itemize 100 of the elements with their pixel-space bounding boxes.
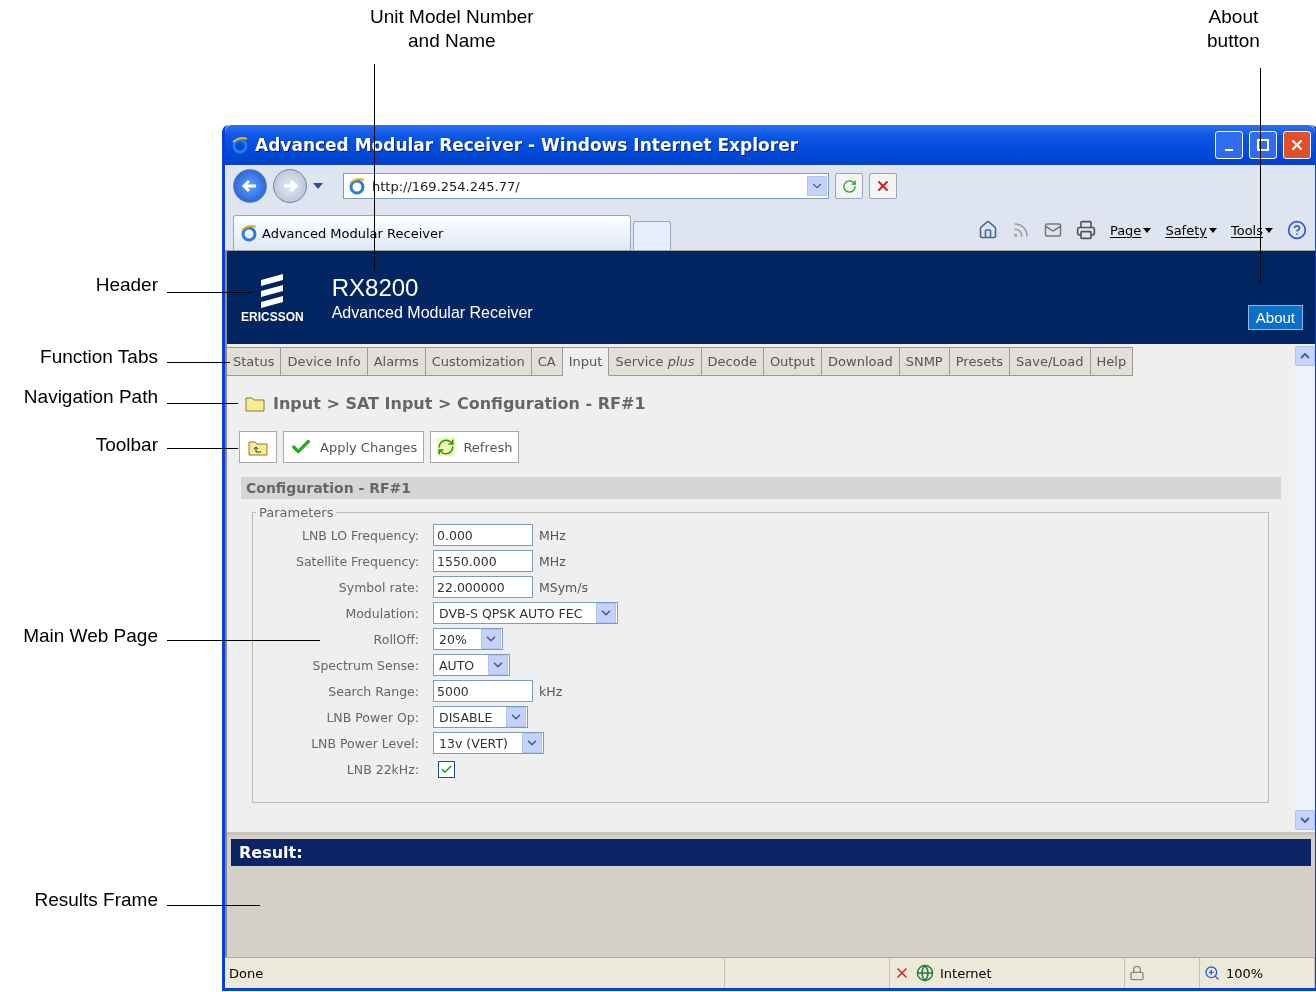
function-tab[interactable]: Help <box>1090 347 1134 376</box>
refresh-button[interactable] <box>835 173 863 199</box>
select-field[interactable]: AUTO <box>433 654 511 676</box>
folder-up-button[interactable] <box>239 431 277 463</box>
select-field[interactable]: 20% <box>433 628 503 650</box>
callout-label: Header <box>95 273 158 297</box>
minimize-button[interactable] <box>1215 131 1243 159</box>
caret-icon <box>1143 227 1152 233</box>
caret-icon <box>1208 227 1217 233</box>
function-tab[interactable]: Device Info <box>281 347 368 376</box>
zoom-level[interactable]: 100% <box>1226 965 1264 981</box>
leader-line <box>167 362 230 363</box>
browser-logo-icon <box>348 177 366 195</box>
status-text: Done <box>229 965 264 981</box>
new-tab-button[interactable] <box>633 221 671 250</box>
function-tab[interactable]: Alarms <box>367 347 426 376</box>
stop-button[interactable] <box>869 173 897 199</box>
section-title: Configuration - RF#1 <box>241 477 1281 499</box>
field-label: Modulation: <box>344 605 419 621</box>
command-menu[interactable]: Safety <box>1165 222 1217 238</box>
unit-model: RX8200 <box>331 273 420 302</box>
unit-name: Advanced Modular Receiver <box>331 303 534 322</box>
globe-icon <box>916 964 934 982</box>
field-label: Satellite Frequency: <box>294 553 419 569</box>
command-menu[interactable]: Page <box>1109 222 1152 238</box>
function-tab[interactable]: Status <box>227 347 282 376</box>
help-icon[interactable] <box>1287 220 1307 240</box>
callout-label: Results Frame <box>34 888 158 912</box>
feed-icon[interactable] <box>1011 221 1030 239</box>
group-legend: Parameters <box>256 505 337 520</box>
callout-label: About button <box>1207 5 1260 53</box>
select-field[interactable]: DVB-S QPSK AUTO FEC <box>433 602 619 624</box>
field-label: LNB Power Op: <box>325 709 419 725</box>
folder-up-icon <box>248 438 268 456</box>
unit-label: MHz <box>539 553 566 569</box>
callout-label: Toolbar <box>95 433 158 457</box>
field-label: Spectrum Sense: <box>311 657 419 673</box>
toolbar-button[interactable]: Apply Changes <box>283 431 425 463</box>
dropdown-button[interactable] <box>807 176 827 196</box>
unit-label: kHz <box>539 683 563 699</box>
function-tab[interactable]: CA <box>531 347 563 376</box>
home-icon[interactable] <box>977 220 998 240</box>
field-label: Search Range: <box>327 683 419 699</box>
text-field[interactable]: 5000 <box>433 680 533 702</box>
scrollbar-track[interactable] <box>1295 344 1315 832</box>
text-field[interactable]: 0.000 <box>433 524 533 546</box>
function-tab[interactable]: Customization <box>425 347 532 376</box>
field-label: LNB Power Level: <box>310 735 419 751</box>
function-tab[interactable]: Input <box>562 347 610 376</box>
function-tab[interactable]: Service plus <box>609 347 702 376</box>
dropdown-caret-icon[interactable] <box>313 183 323 189</box>
function-tab[interactable]: SNMP <box>899 347 950 376</box>
field-label: RollOff: <box>372 631 419 647</box>
maximize-icon <box>1257 139 1269 151</box>
scroll-down-button[interactable] <box>1295 810 1315 830</box>
text-field[interactable]: 22.000000 <box>433 576 533 598</box>
callout-label: Function Tabs <box>40 345 158 369</box>
field-label: LNB LO Frequency: <box>300 527 419 543</box>
field-label: Symbol rate: <box>337 579 419 595</box>
select-field[interactable]: 13v (VERT) <box>433 732 544 754</box>
caret-icon <box>1265 227 1273 233</box>
function-tab[interactable]: Save/Load <box>1010 347 1091 376</box>
leader-line <box>167 448 238 449</box>
back-button[interactable] <box>233 169 267 203</box>
browser-logo-icon <box>231 136 249 154</box>
left-arrow-icon <box>242 179 258 193</box>
logo-text: ERICSSON <box>241 309 304 324</box>
unit-label: MHz <box>539 527 566 543</box>
zoom-icon <box>1204 965 1220 981</box>
right-arrow-icon <box>282 179 298 193</box>
function-tab[interactable]: Output <box>763 347 823 376</box>
about-button[interactable]: About <box>1247 305 1303 330</box>
scroll-up-button[interactable] <box>1295 346 1315 366</box>
navigation-path: Input > SAT Input > Configuration - RF#1 <box>273 394 646 413</box>
close-icon <box>1289 137 1305 153</box>
minimize-icon <box>1225 149 1233 151</box>
refresh-icon <box>437 438 456 456</box>
checkbox[interactable] <box>438 760 455 778</box>
select-field[interactable]: DISABLE <box>433 706 529 728</box>
leader-line <box>167 403 238 404</box>
close-button[interactable] <box>1283 131 1311 159</box>
function-tab[interactable]: Download <box>822 347 900 376</box>
print-icon[interactable] <box>1075 220 1096 240</box>
result-title: Result: <box>231 839 1311 866</box>
callout-label: Unit Model Number and Name <box>370 5 534 53</box>
stop-icon <box>875 178 891 194</box>
toolbar-button[interactable]: Refresh <box>430 431 520 463</box>
text-field[interactable]: 1550.000 <box>433 550 533 572</box>
forward-button[interactable] <box>273 169 307 203</box>
check-icon <box>440 762 453 776</box>
callout-label: Main Web Page <box>23 624 158 648</box>
unit-label: MSym/s <box>539 579 589 595</box>
lock-icon <box>1129 965 1145 981</box>
function-tab[interactable]: Presets <box>949 347 1011 376</box>
security-zone: Internet <box>940 965 992 981</box>
maximize-button[interactable] <box>1249 131 1277 159</box>
function-tab[interactable]: Decode <box>701 347 764 376</box>
mail-icon[interactable] <box>1043 221 1062 239</box>
refresh-icon <box>841 178 857 194</box>
field-label: LNB 22kHz: <box>345 761 419 777</box>
